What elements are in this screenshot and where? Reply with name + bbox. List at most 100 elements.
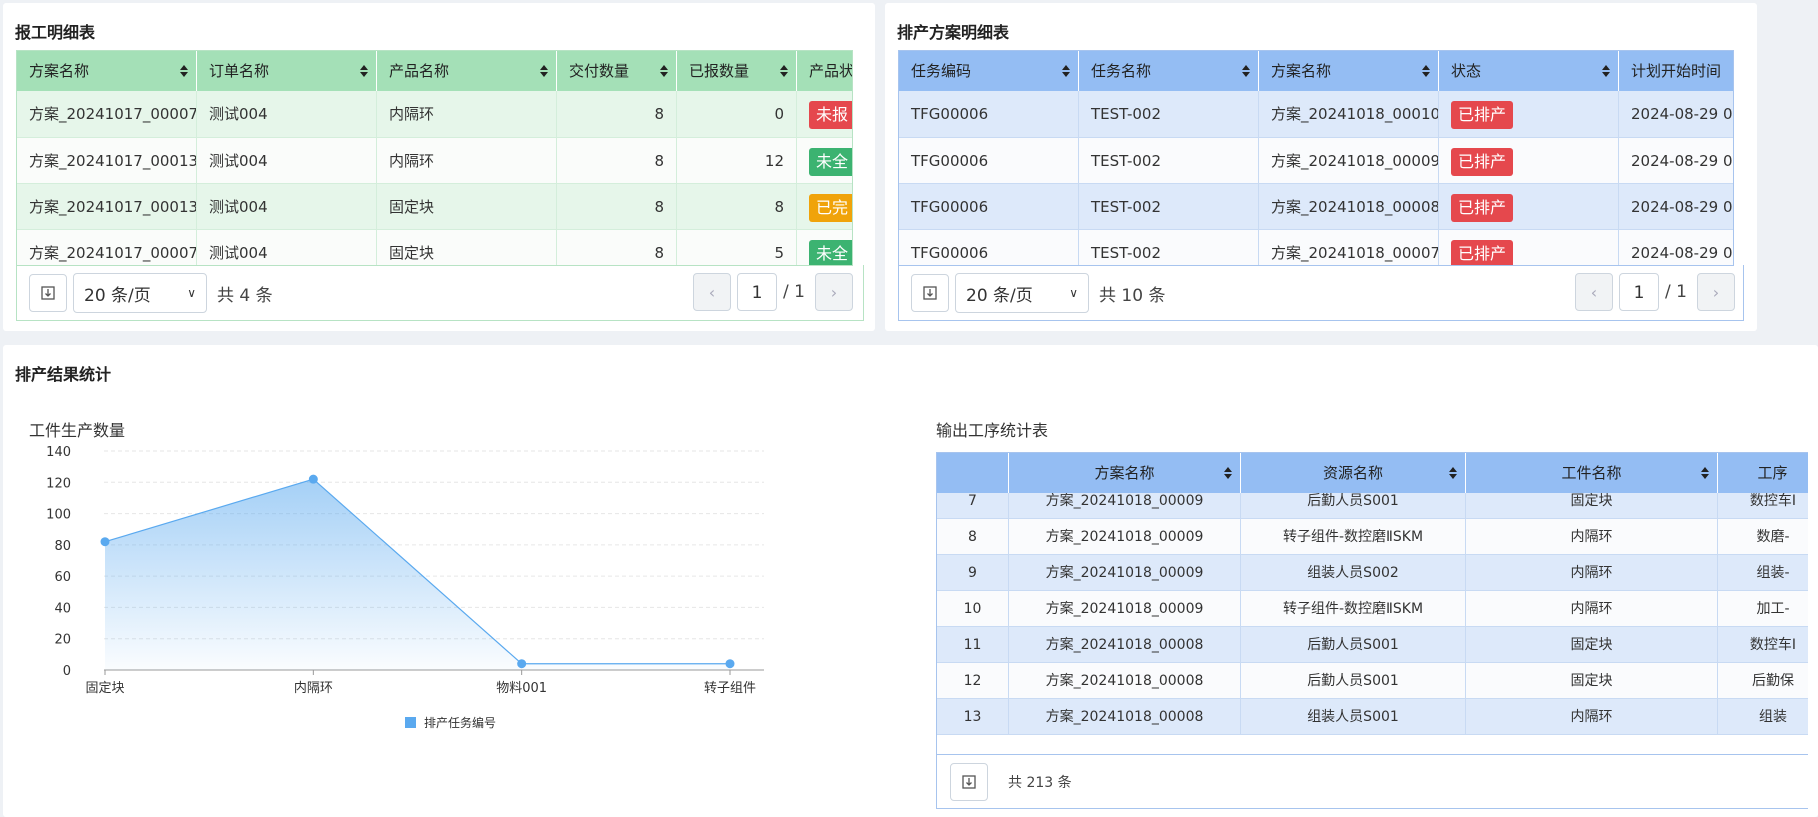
cell-plan: 方案_20241018_00008	[1009, 627, 1241, 663]
col-deliver-qty[interactable]: 交付数量	[557, 51, 677, 91]
cell-idx: 10	[937, 591, 1009, 627]
col-plan-name[interactable]: 方案名称	[1259, 51, 1439, 91]
col-plan-name[interactable]: 方案名称	[17, 51, 197, 91]
y-tick-label: 140	[46, 445, 71, 460]
sort-icon[interactable]	[1602, 65, 1610, 78]
table-row[interactable]: 方案_20241017_00013 测试004 内隔环 8 12 未全	[17, 137, 852, 184]
cell-op: 数磨-	[1756, 529, 1790, 545]
col-product-name[interactable]: 产品名称	[377, 51, 557, 91]
status-badge: 已完	[809, 193, 852, 222]
sort-icon[interactable]	[1422, 65, 1430, 78]
prev-page-button[interactable]: ‹	[1575, 273, 1613, 311]
page-size-select[interactable]: 20 条/页 ∨	[73, 273, 207, 313]
cell-part: 固定块	[1466, 627, 1718, 663]
cell-op: 组装	[1759, 709, 1787, 725]
table-row[interactable]: TFG00006 TEST-002 方案_20241018_00010 已排产 …	[899, 91, 1733, 137]
col-status[interactable]: 状态	[1439, 51, 1619, 91]
col-reported-qty[interactable]: 已报数量	[677, 51, 797, 91]
cell-reported: 0	[677, 91, 797, 137]
export-button[interactable]	[950, 763, 988, 801]
table-row[interactable]: TFG00006 TEST-002 方案_20241018_00009 已排产 …	[899, 137, 1733, 184]
process-table: 方案名称 资源名称 工件名称 工序 7 方案_20241018_00009 后勤人员…	[936, 452, 1808, 755]
cell-reported: 12	[677, 138, 797, 184]
cell-part: 内隔环	[1466, 519, 1718, 555]
table-row[interactable]: 方案_20241017_00013 测试004 固定块 8 8 已完	[17, 183, 852, 230]
status-badge: 已排产	[1451, 239, 1514, 265]
sort-icon[interactable]	[1449, 467, 1457, 480]
y-tick-label: 0	[63, 664, 71, 679]
cell-name: TEST-002	[1079, 230, 1259, 265]
page-count: / 1	[783, 282, 805, 302]
table-row[interactable]: 7 方案_20241018_00009 后勤人员S001 固定块 数控车I	[937, 493, 1808, 519]
cell-plan: 方案_20241018_00009	[1259, 138, 1439, 184]
col-order-name[interactable]: 订单名称	[197, 51, 377, 91]
status-badge: 已排产	[1451, 100, 1514, 129]
table-row[interactable]: TFG00006 TEST-002 方案_20241018_00008 已排产 …	[899, 183, 1734, 230]
sort-icon[interactable]	[1242, 65, 1250, 78]
cell-plan: 方案_20241017_00013	[17, 138, 197, 184]
col-task-code[interactable]: 任务编码	[899, 51, 1079, 91]
next-page-button[interactable]: ›	[1696, 273, 1735, 311]
table-row[interactable]: 8 方案_20241018_00009 转子组件-数控磨ⅡSKM 内隔环 数磨-	[937, 519, 1808, 555]
col-part-name[interactable]: 工件名称	[1466, 453, 1718, 493]
cell-code: TFG00006	[899, 138, 1079, 184]
report-pager: 20 条/页 ∨ 共 4 条	[29, 273, 273, 313]
sort-icon[interactable]	[1701, 467, 1709, 480]
sort-icon[interactable]	[180, 65, 188, 78]
schedule-pager: 20 条/页 ∨ 共 10 条	[911, 273, 1165, 313]
sort-icon[interactable]	[780, 65, 788, 78]
cell-op: 数控车I	[1749, 493, 1797, 509]
y-tick-label: 40	[54, 601, 71, 616]
page-input[interactable]: 1	[1619, 273, 1659, 311]
col-plan-name[interactable]: 方案名称	[1009, 453, 1241, 493]
export-icon	[962, 775, 976, 789]
cell-plan: 方案_20241018_00009	[1009, 555, 1241, 591]
prev-page-button[interactable]: ‹	[693, 273, 731, 311]
process-table-header: 方案名称 资源名称 工件名称 工序	[937, 453, 1808, 493]
export-icon	[41, 286, 55, 300]
page-input[interactable]: 1	[737, 273, 777, 311]
process-rows: 7 方案_20241018_00009 后勤人员S001 固定块 数控车I 8 方案_202…	[937, 493, 1808, 754]
legend-swatch	[405, 717, 416, 728]
col-operation[interactable]: 工序	[1718, 453, 1808, 493]
export-button[interactable]	[911, 274, 949, 312]
legend-label: 排产任务编号	[424, 715, 496, 730]
data-point	[308, 474, 318, 484]
sort-icon[interactable]	[1062, 65, 1070, 78]
table-row[interactable]: 方案_20241017_00007 测试004 固定块 8 5 未全	[17, 229, 852, 265]
schedule-card: 排产方案明细表 任务编码 任务名称 方案名称 状态 计划开始时间 TFG0000…	[885, 3, 1757, 331]
x-tick-label: 固定块	[85, 681, 124, 696]
sort-icon[interactable]	[540, 65, 548, 78]
cell-op: 后勤保	[1752, 673, 1794, 689]
schedule-table: 任务编码 任务名称 方案名称 状态 计划开始时间 TFG00006 TEST-0…	[898, 50, 1734, 266]
sort-icon[interactable]	[1224, 467, 1232, 480]
table-row[interactable]: 10 方案_20241018_00009 转子组件-数控磨ⅡSKM 内隔环 加工-	[937, 591, 1808, 627]
page-size-select[interactable]: 20 条/页 ∨	[955, 273, 1089, 313]
table-row[interactable]: 13 方案_20241018_00008 组装人员S001 内隔环 组装	[937, 699, 1808, 735]
cell-resource: 后勤人员S001	[1241, 627, 1466, 663]
status-badge: 未报	[809, 100, 852, 129]
report-card: 报工明细表 方案名称 订单名称 产品名称 交付数量 已报数量 产品状 方案_20…	[3, 3, 875, 331]
cell-idx: 8	[937, 519, 1009, 555]
cell-idx: 9	[937, 555, 1009, 591]
table-row[interactable]: TFG00006 TEST-002 方案_20241018_00007 已排产 …	[899, 229, 1733, 265]
sort-icon[interactable]	[360, 65, 368, 78]
col-resource-name[interactable]: 资源名称	[1241, 453, 1466, 493]
cell-resource: 组装人员S002	[1241, 555, 1466, 591]
table-row[interactable]: 方案_20241017_00007 测试004 内隔环 8 0 未报	[17, 91, 852, 137]
x-tick-label: 转子组件	[704, 681, 756, 696]
sort-icon[interactable]	[660, 65, 668, 78]
cell-start: 2024-08-29 01	[1631, 198, 1734, 216]
cell-resource: 后勤人员S001	[1241, 493, 1466, 519]
col-task-name[interactable]: 任务名称	[1079, 51, 1259, 91]
next-page-button[interactable]: ›	[814, 273, 853, 311]
cell-plan: 方案_20241018_00007	[1259, 230, 1439, 265]
x-tick-label: 内隔环	[294, 680, 333, 696]
cell-order: 测试004	[197, 230, 377, 265]
table-row[interactable]: 9 方案_20241018_00009 组装人员S002 内隔环 组装-	[937, 555, 1808, 591]
col-plan-start[interactable]: 计划开始时间	[1619, 51, 1733, 91]
table-row[interactable]: 11 方案_20241018_00008 后勤人员S001 固定块 数控车I	[937, 627, 1808, 663]
col-product-status[interactable]: 产品状	[797, 51, 852, 91]
export-button[interactable]	[29, 274, 67, 312]
table-row[interactable]: 12 方案_20241018_00008 后勤人员S001 固定块 后勤保	[937, 663, 1808, 699]
